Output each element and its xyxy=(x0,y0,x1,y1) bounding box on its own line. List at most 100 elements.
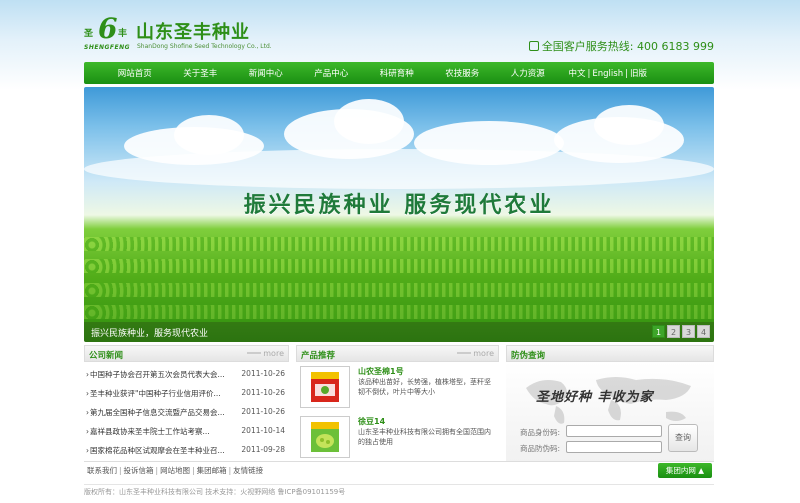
news-item[interactable]: ›第九届全国种子信息交流暨产品交易会... 2011-10-26 xyxy=(84,404,289,423)
product-name[interactable]: 山农圣棉1号 xyxy=(358,366,404,377)
panel-header: 防伪查询 xyxy=(506,345,714,362)
more-text: more xyxy=(263,349,284,358)
news-date: 2011-10-26 xyxy=(241,369,285,378)
panel-title: 防伪查询 xyxy=(511,351,546,361)
logo-en-mark: SHENGFENG xyxy=(84,44,131,51)
panel-title: 产品推荐 xyxy=(301,351,336,361)
link-complaint[interactable]: 投诉信箱 xyxy=(124,466,154,475)
banner-caption[interactable]: 振兴民族种业，服务现代农业 xyxy=(91,326,208,339)
lang-sep: | xyxy=(587,69,591,79)
company-logo[interactable]: 圣 6 丰 SHENGFENG 山东圣丰种业 ShanDong Shofine … xyxy=(84,12,284,56)
link-contact[interactable]: 联系我们 xyxy=(87,466,117,475)
arrow-icon: › xyxy=(86,408,89,417)
cloud-shape xyxy=(174,115,244,155)
crop-row xyxy=(84,237,714,251)
company-name-cn: 山东圣丰种业 xyxy=(136,22,250,43)
nav-about[interactable]: 关于圣丰 xyxy=(168,67,234,79)
more-link[interactable]: more xyxy=(247,349,284,358)
news-item[interactable]: ›圣丰种业获评"中国种子行业信用评价... 2011-10-26 xyxy=(84,385,289,404)
query-body: 圣地好种 丰收为家 商品身份码: 商品防伪码: 查询 xyxy=(506,362,714,462)
news-date: 2011-09-28 xyxy=(241,445,285,454)
nav-agri-service[interactable]: 农技服务 xyxy=(430,67,496,79)
banner-page-1[interactable]: 1 xyxy=(652,325,665,338)
panel-header: 公司新闻 more xyxy=(84,345,289,362)
news-title: 第九届全国种子信息交流暨产品交易会... xyxy=(90,408,225,417)
more-bar-icon xyxy=(247,352,262,354)
news-title: 嘉祥县政协来圣丰院士工作站考察... xyxy=(90,427,210,436)
cloud-shape xyxy=(594,105,664,145)
arrow-icon: › xyxy=(86,446,89,455)
phone-icon xyxy=(528,41,539,51)
product-item[interactable]: 山农圣棉1号 该品种出苗好，长势强，植株塔型，茎秆坚韧不倒伏，叶片中等大小 xyxy=(296,366,499,412)
cloud-shape xyxy=(334,99,404,144)
id-code-input[interactable] xyxy=(566,425,662,437)
hero-banner[interactable]: 振兴民族种业 服务现代农业 振兴民族种业，服务现代农业 1 2 3 4 xyxy=(84,87,714,342)
news-item[interactable]: ›国家棉花品种区试观摩会在圣丰种业召... 2011-09-28 xyxy=(84,442,289,461)
product-name[interactable]: 徐豆14 xyxy=(358,416,385,427)
logo-six: 6 xyxy=(98,12,118,45)
security-code-label: 商品防伪码: xyxy=(520,444,561,453)
logo-char-left: 圣 xyxy=(84,29,94,39)
customer-hotline: 全国客户服务热线: 400 6183 999 xyxy=(528,38,714,54)
news-item[interactable]: ›中国种子协会召开第五次会员代表大会... 2011-10-26 xyxy=(84,366,289,385)
news-date: 2011-10-14 xyxy=(241,426,285,435)
nav-research[interactable]: 科研育种 xyxy=(364,67,430,79)
product-recommend-panel: 产品推荐 more 山农圣棉1号 该品种出苗好，长势强，植株塔型，茎秆坚韧不倒伏… xyxy=(296,345,499,461)
crop-row xyxy=(84,283,714,297)
calligraphy-slogan: 圣地好种 丰收为家 xyxy=(536,390,654,405)
arrow-icon: › xyxy=(86,389,89,398)
query-button[interactable]: 查询 xyxy=(668,424,698,452)
company-news-panel: 公司新闻 more ›中国种子协会召开第五次会员代表大会... 2011-10-2… xyxy=(84,345,289,461)
arrow-icon: › xyxy=(86,370,89,379)
group-intranet-button[interactable]: 集团内网 ▲ xyxy=(658,463,712,478)
banner-page-2[interactable]: 2 xyxy=(667,325,680,338)
link-sitemap[interactable]: 网站地图 xyxy=(160,466,190,475)
news-date: 2011-10-26 xyxy=(241,388,285,397)
footer-links: 联系我们 | 投诉信箱 | 网站地图 | 集团邮箱 | 友情链接 xyxy=(87,466,264,475)
company-name-en: ShanDong Shofine Seed Technology Co., Lt… xyxy=(137,43,272,50)
nav-hr[interactable]: 人力资源 xyxy=(495,67,561,79)
banner-slogan: 振兴民族种业 服务现代农业 xyxy=(243,193,555,218)
nav-news[interactable]: 新闻中心 xyxy=(233,67,299,79)
more-text: more xyxy=(473,349,494,358)
panel-title: 公司新闻 xyxy=(89,351,124,361)
product-desc: 该品种出苗好，长势强，植株塔型，茎秆坚韧不倒伏，叶片中等大小 xyxy=(358,378,491,396)
footer-link-bar: 联系我们 | 投诉信箱 | 网站地图 | 集团邮箱 | 友情链接 集团内网 ▲ xyxy=(84,461,714,478)
banner-pager: 1 2 3 4 xyxy=(652,325,710,338)
product-image[interactable] xyxy=(300,366,350,408)
product-item[interactable]: 徐豆14 山东圣丰种业科技有限公司拥有全国范围内的独占使用 xyxy=(296,416,499,462)
security-code-input[interactable] xyxy=(566,441,662,453)
anti-counterfeit-panel: 防伪查询 圣地好种 丰收为家 商品身份码: 商品防伪码: 查询 xyxy=(506,345,714,462)
logo-emblem: 圣 6 丰 SHENGFENG xyxy=(84,12,132,56)
product-image[interactable] xyxy=(300,416,350,458)
banner-page-4[interactable]: 4 xyxy=(697,325,710,338)
panel-header: 产品推荐 more xyxy=(296,345,499,362)
news-item[interactable]: ›嘉祥县政协来圣丰院士工作站考察... 2011-10-14 xyxy=(84,423,289,442)
news-title: 国家棉花品种区试观摩会在圣丰种业召... xyxy=(90,446,225,455)
logo-char-right: 丰 xyxy=(118,29,128,39)
header: 圣 6 丰 SHENGFENG 山东圣丰种业 ShanDong Shofine … xyxy=(84,0,714,60)
nav-home[interactable]: 网站首页 xyxy=(102,67,168,79)
cloud-band xyxy=(84,149,714,189)
more-link[interactable]: more xyxy=(457,349,494,358)
news-title: 中国种子协会召开第五次会员代表大会... xyxy=(90,370,225,379)
more-bar-icon xyxy=(457,352,472,354)
seed-bag-green-image xyxy=(311,422,339,452)
banner-page-3[interactable]: 3 xyxy=(682,325,695,338)
link-friends[interactable]: 友情链接 xyxy=(233,466,263,475)
crop-row xyxy=(84,259,714,273)
crop-row xyxy=(84,305,714,319)
product-desc: 山东圣丰种业科技有限公司拥有全国范围内的独占使用 xyxy=(358,428,491,446)
lang-sep: | xyxy=(625,69,628,79)
nav-products[interactable]: 产品中心 xyxy=(299,67,365,79)
news-title: 圣丰种业获评"中国种子行业信用评价... xyxy=(90,389,221,398)
link-group-mail[interactable]: 集团邮箱 xyxy=(197,466,227,475)
lang-english[interactable]: English xyxy=(592,69,623,79)
language-switcher: 中文 | English | 旧版 xyxy=(569,67,647,79)
seed-bag-red-image xyxy=(311,372,339,402)
lang-chinese[interactable]: 中文 xyxy=(569,69,586,79)
hotline-text: 全国客户服务热线: 400 6183 999 xyxy=(541,40,714,53)
news-date: 2011-10-26 xyxy=(241,407,285,416)
lang-old-version[interactable]: 旧版 xyxy=(630,69,647,79)
arrow-icon: › xyxy=(86,427,89,436)
